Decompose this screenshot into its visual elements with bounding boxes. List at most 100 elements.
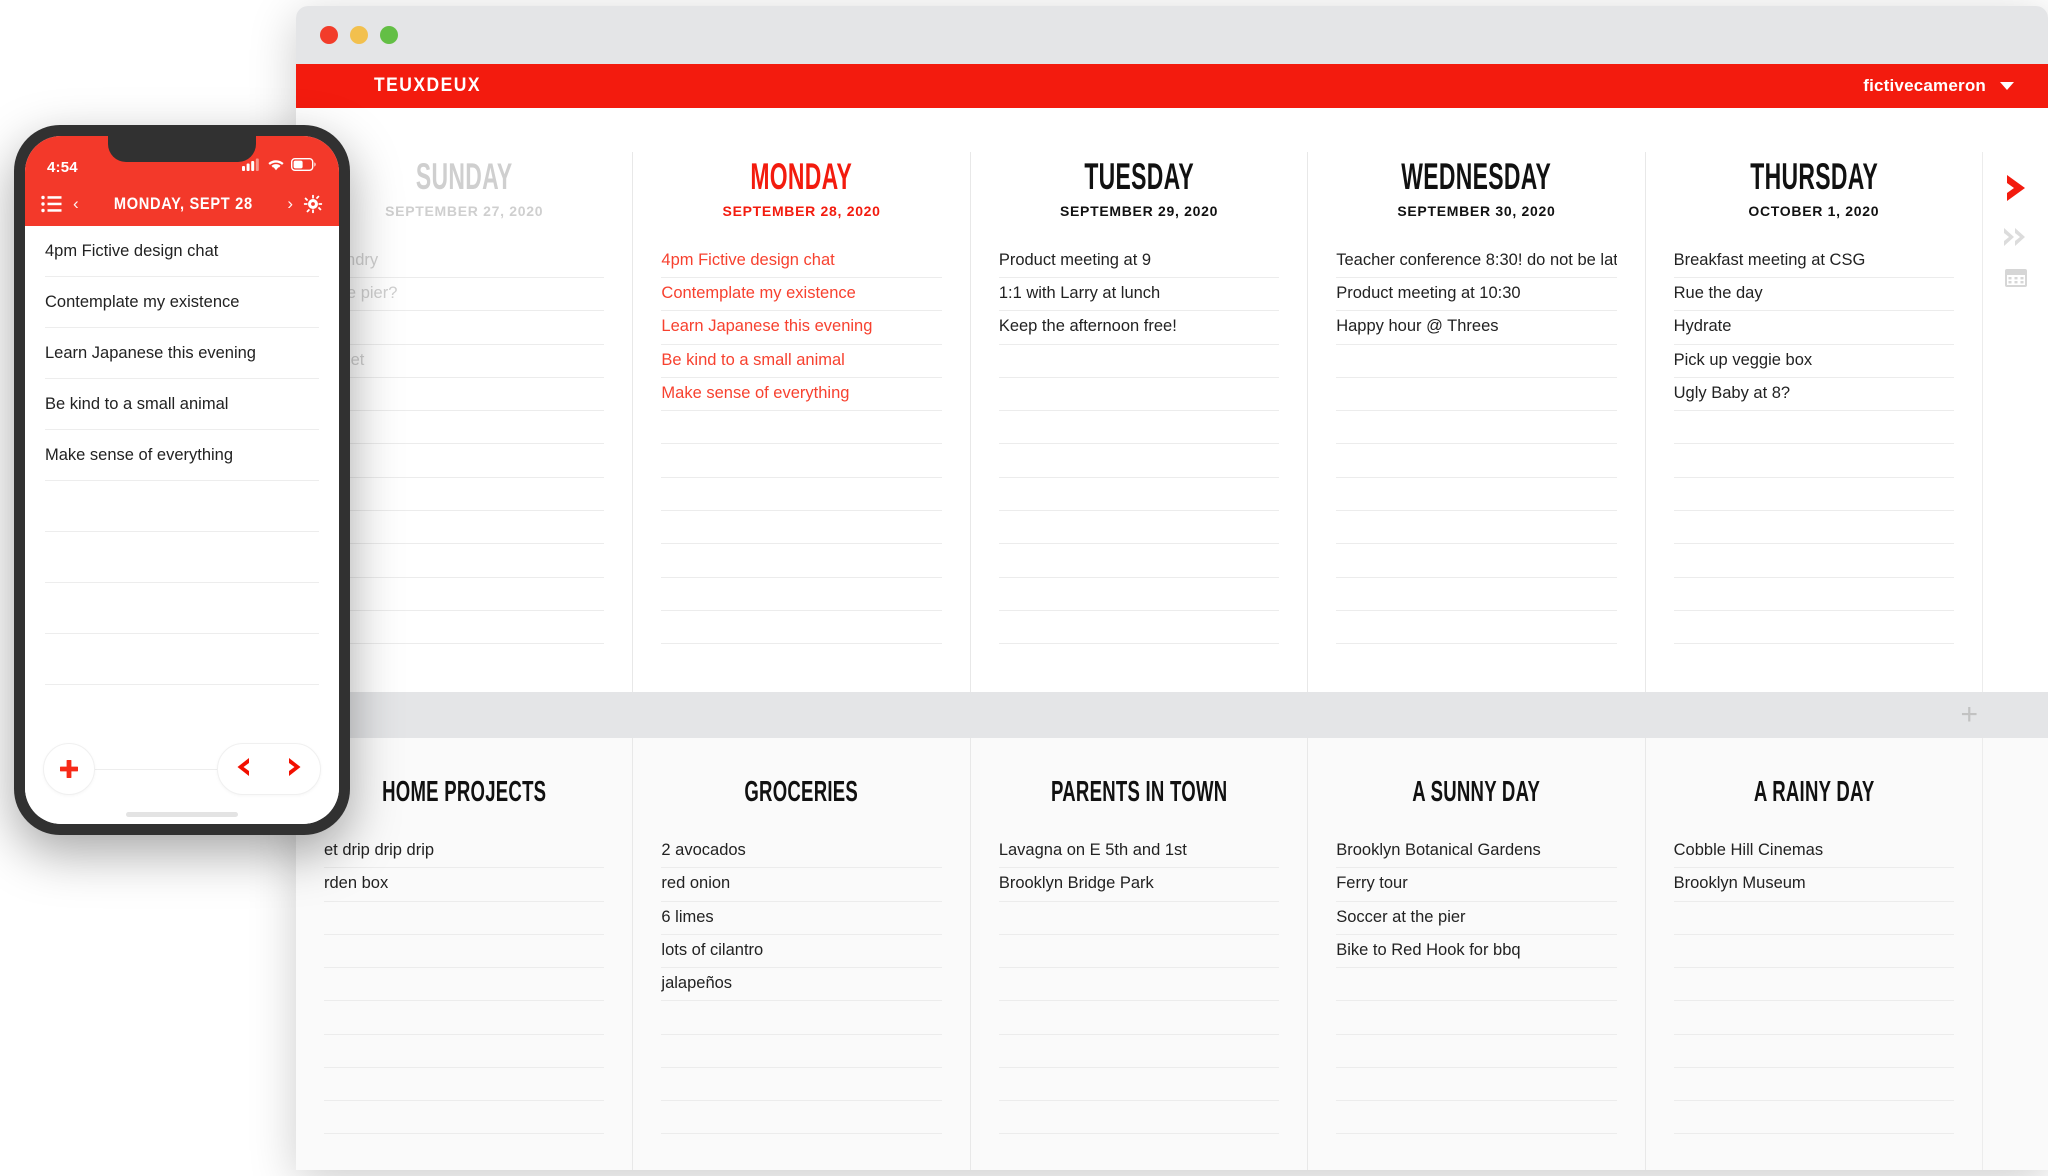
empty-todo-slot[interactable] xyxy=(1336,578,1617,611)
phone-prev-day-button[interactable]: ‹ xyxy=(73,194,79,214)
empty-list-slot[interactable] xyxy=(1673,1035,1955,1068)
phone-empty-slot[interactable] xyxy=(45,583,319,634)
todo-item[interactable]: Hydrate xyxy=(1673,311,1955,345)
list-item[interactable]: Soccer at the pier xyxy=(1336,902,1617,935)
todo-item[interactable]: Keep the afternoon free! xyxy=(998,311,1280,345)
empty-todo-slot[interactable] xyxy=(998,444,1280,478)
empty-list-slot[interactable] xyxy=(1336,1068,1617,1102)
list-title[interactable]: A SUNNY DAY xyxy=(1387,738,1566,809)
empty-list-slot[interactable] xyxy=(324,902,605,935)
empty-todo-slot[interactable] xyxy=(661,478,942,511)
todo-item[interactable]: Be kind to a small animal xyxy=(661,345,942,378)
phone-empty-slot[interactable] xyxy=(45,634,319,685)
calendar-icon[interactable] xyxy=(2003,266,2029,290)
minimize-window-icon[interactable] xyxy=(350,26,368,44)
empty-list-slot[interactable] xyxy=(998,1068,1280,1102)
phone-add-button[interactable] xyxy=(43,743,95,795)
empty-todo-slot[interactable] xyxy=(1336,478,1617,511)
empty-list-slot[interactable] xyxy=(324,968,605,1002)
empty-list-slot[interactable] xyxy=(1336,1101,1617,1135)
empty-list-slot[interactable] xyxy=(1673,935,1955,969)
empty-list-slot[interactable] xyxy=(324,1035,605,1068)
empty-todo-slot[interactable] xyxy=(324,544,605,578)
empty-list-slot[interactable] xyxy=(324,1068,605,1102)
list-title[interactable]: PARENTS IN TOWN xyxy=(1049,738,1228,809)
empty-list-slot[interactable] xyxy=(661,1068,942,1102)
todo-item[interactable]: aucet xyxy=(324,345,605,378)
empty-list-slot[interactable] xyxy=(1673,1101,1955,1135)
empty-list-slot[interactable] xyxy=(324,1001,605,1035)
empty-todo-slot[interactable] xyxy=(324,378,605,412)
empty-todo-slot[interactable] xyxy=(998,411,1280,445)
empty-todo-slot[interactable] xyxy=(661,411,942,445)
empty-list-slot[interactable] xyxy=(1673,1001,1955,1035)
maximize-window-icon[interactable] xyxy=(380,26,398,44)
empty-list-slot[interactable] xyxy=(324,1101,605,1135)
empty-list-slot[interactable] xyxy=(1673,1068,1955,1102)
todo-item[interactable]: Breakfast meeting at CSG xyxy=(1673,245,1955,279)
add-list-button[interactable]: + xyxy=(1960,700,1978,730)
empty-list-slot[interactable] xyxy=(661,1001,942,1035)
app-logo[interactable]: TEUXDEUX xyxy=(374,75,481,97)
empty-todo-slot[interactable] xyxy=(998,378,1280,412)
phone-next-day-button[interactable]: › xyxy=(287,194,293,214)
todo-item[interactable]: Contemplate my existence xyxy=(661,278,942,312)
empty-list-slot[interactable] xyxy=(1336,1001,1617,1035)
empty-list-slot[interactable] xyxy=(998,902,1280,935)
empty-todo-slot[interactable] xyxy=(1673,444,1955,478)
list-item[interactable]: jalapeños xyxy=(661,968,942,1002)
list-menu-icon[interactable] xyxy=(41,195,63,213)
list-item[interactable]: et drip drip drip xyxy=(324,835,605,869)
chevron-right-icon[interactable] xyxy=(1996,168,2036,208)
empty-todo-slot[interactable] xyxy=(324,478,605,511)
empty-todo-slot[interactable] xyxy=(661,544,942,578)
empty-todo-slot[interactable] xyxy=(1673,478,1955,511)
chevron-left-icon[interactable] xyxy=(234,756,253,783)
empty-list-slot[interactable] xyxy=(1336,968,1617,1002)
empty-list-slot[interactable] xyxy=(998,1035,1280,1068)
todo-item[interactable]: Learn Japanese this evening xyxy=(661,311,942,345)
phone-empty-slot[interactable] xyxy=(45,532,319,583)
empty-todo-slot[interactable] xyxy=(661,444,942,478)
list-item[interactable]: Bike to Red Hook for bbq xyxy=(1336,935,1617,969)
empty-todo-slot[interactable] xyxy=(1336,345,1617,378)
empty-todo-slot[interactable] xyxy=(1673,511,1955,545)
empty-todo-slot[interactable] xyxy=(1673,544,1955,578)
phone-todo-item[interactable]: Contemplate my existence xyxy=(45,277,319,328)
double-chevron-right-icon[interactable] xyxy=(2001,224,2031,250)
list-item[interactable]: Brooklyn Bridge Park xyxy=(998,868,1280,902)
empty-todo-slot[interactable] xyxy=(998,544,1280,578)
list-title[interactable]: GROCERIES xyxy=(712,738,891,809)
todo-item[interactable]: Happy hour @ Threes xyxy=(1336,311,1617,345)
empty-todo-slot[interactable] xyxy=(324,444,605,478)
empty-list-slot[interactable] xyxy=(998,935,1280,969)
list-item[interactable]: lots of cilantro xyxy=(661,935,942,969)
empty-todo-slot[interactable] xyxy=(661,511,942,545)
phone-day-nav[interactable] xyxy=(217,743,321,795)
empty-todo-slot[interactable] xyxy=(324,511,605,545)
empty-todo-slot[interactable] xyxy=(324,578,605,611)
empty-todo-slot[interactable] xyxy=(1336,378,1617,412)
empty-list-slot[interactable] xyxy=(998,1001,1280,1035)
empty-todo-slot[interactable] xyxy=(1673,578,1955,611)
empty-list-slot[interactable] xyxy=(661,1035,942,1068)
todo-item[interactable]: t the pier? xyxy=(324,278,605,312)
empty-todo-slot[interactable] xyxy=(1336,611,1617,645)
empty-todo-slot[interactable] xyxy=(661,578,942,611)
phone-todo-item[interactable]: Learn Japanese this evening xyxy=(45,328,319,379)
list-title[interactable]: HOME PROJECTS xyxy=(374,738,553,809)
empty-todo-slot[interactable] xyxy=(1336,544,1617,578)
list-title[interactable]: A RAINY DAY xyxy=(1724,738,1903,809)
close-window-icon[interactable] xyxy=(320,26,338,44)
phone-empty-slot[interactable] xyxy=(45,685,319,732)
todo-item[interactable]: Product meeting at 10:30 xyxy=(1336,278,1617,312)
list-item[interactable]: Cobble Hill Cinemas xyxy=(1673,835,1955,869)
empty-todo-slot[interactable] xyxy=(1673,611,1955,645)
empty-todo-slot[interactable] xyxy=(998,611,1280,645)
todo-item[interactable]: s- xyxy=(324,311,605,345)
empty-list-slot[interactable] xyxy=(998,1101,1280,1135)
todo-item[interactable]: laundry xyxy=(324,245,605,279)
gear-icon[interactable] xyxy=(303,194,323,214)
todo-item[interactable]: Pick up veggie box xyxy=(1673,345,1955,378)
list-item[interactable]: red onion xyxy=(661,868,942,902)
